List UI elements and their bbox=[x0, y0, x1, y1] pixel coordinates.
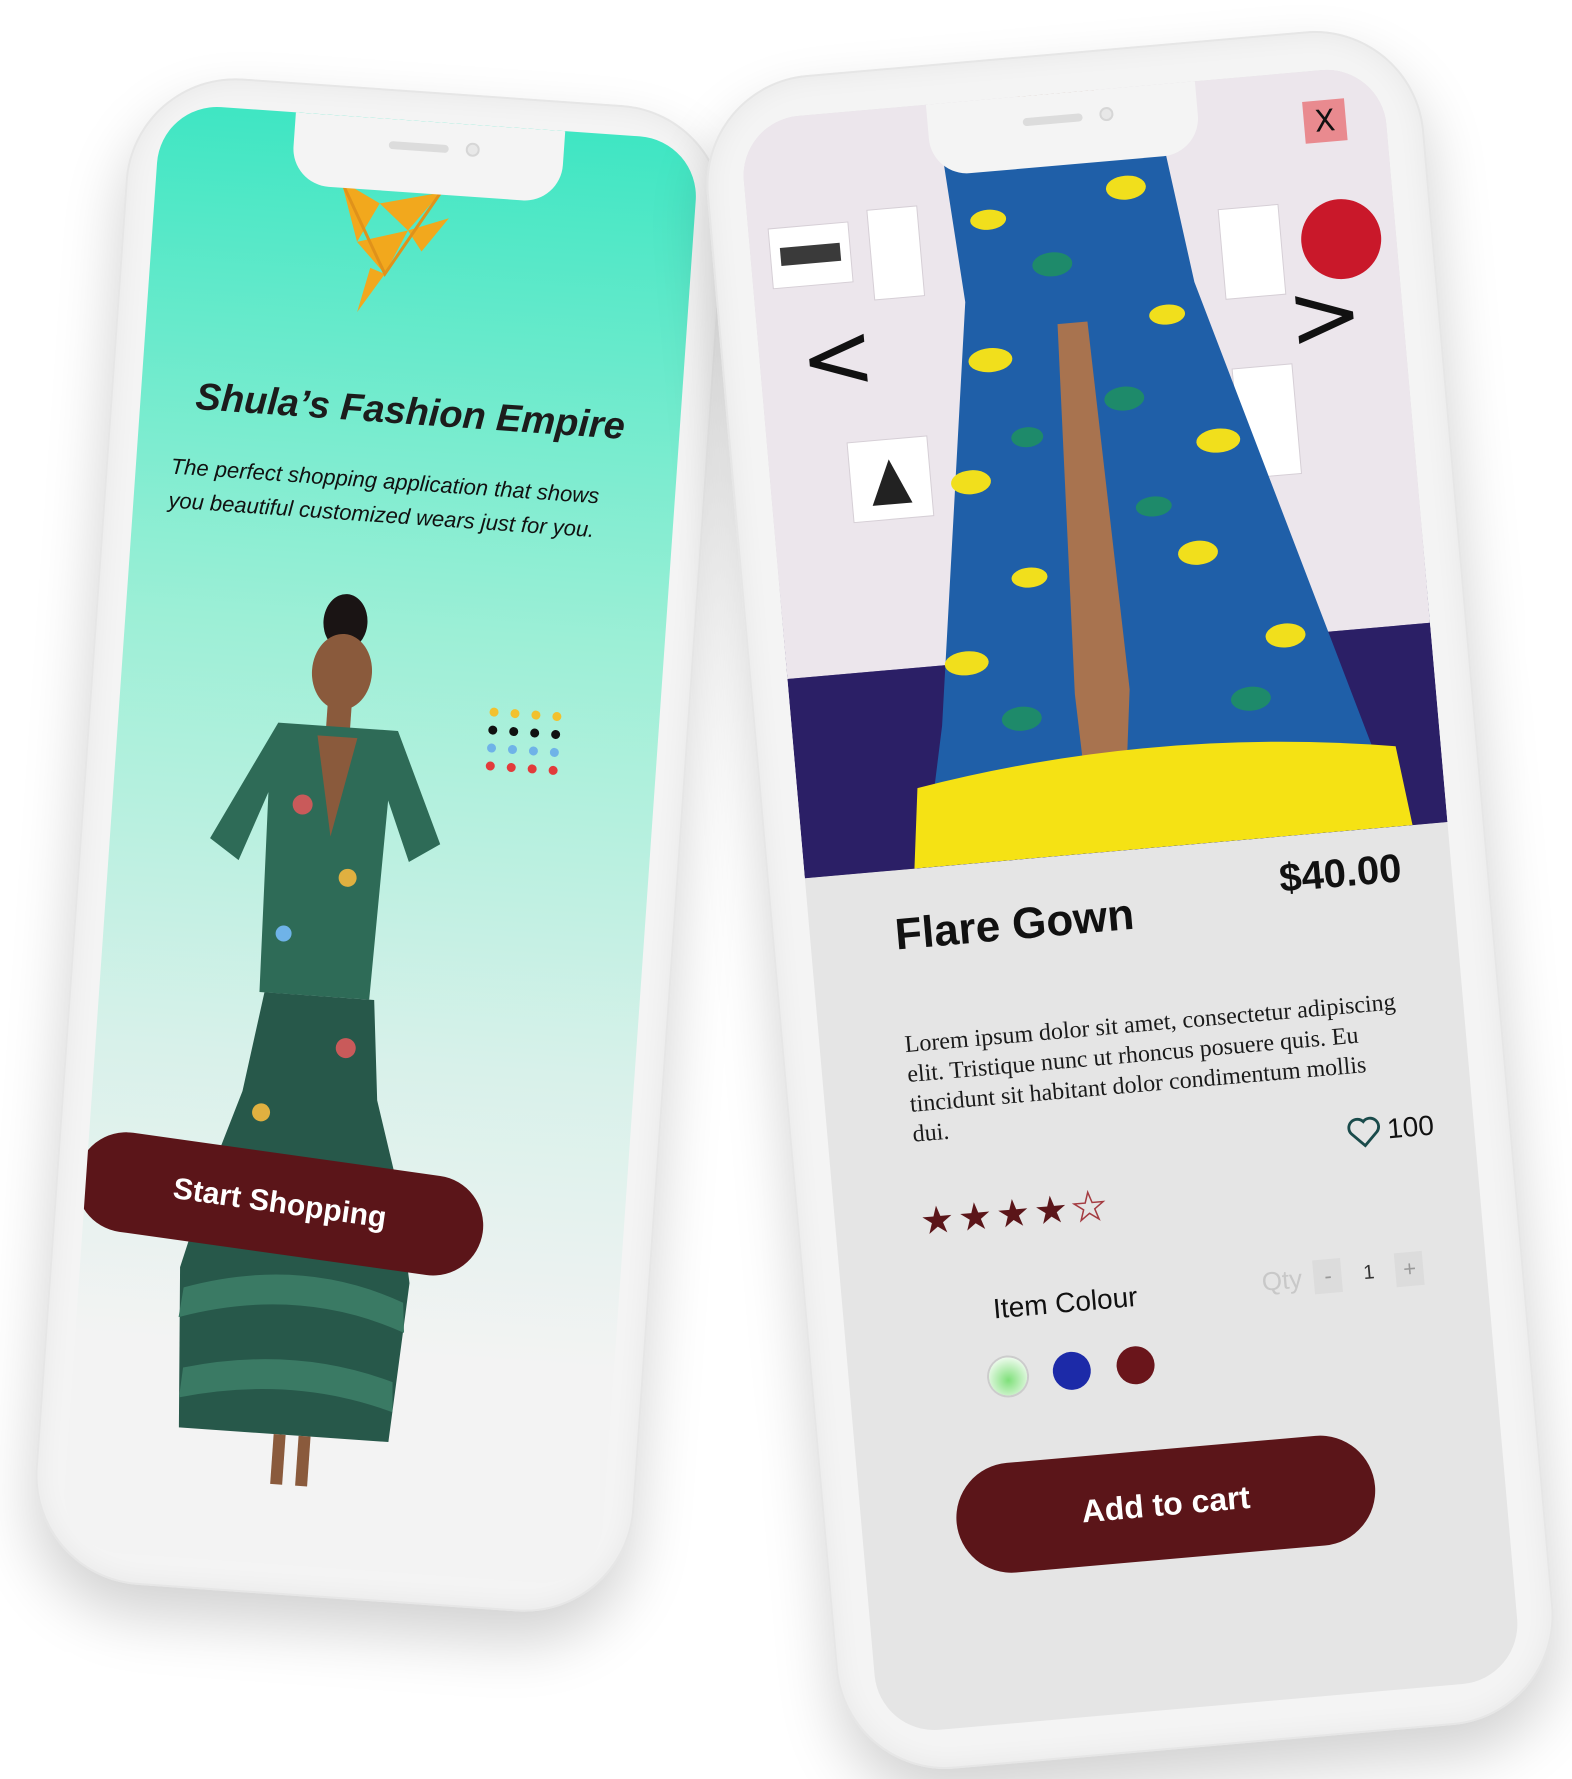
item-colour-label: Item Colour bbox=[991, 1280, 1139, 1325]
decorative-dot bbox=[531, 710, 541, 720]
app-title: Shula’s Fashion Empire bbox=[194, 376, 627, 449]
quantity-stepper: Qty - 1 + bbox=[1260, 1250, 1426, 1299]
colour-swatch[interactable] bbox=[1051, 1350, 1093, 1392]
product-price: $40.00 bbox=[1277, 846, 1404, 901]
next-image-button[interactable]: > bbox=[1283, 260, 1367, 371]
decorative-dot bbox=[487, 725, 498, 735]
product-name: Flare Gown bbox=[893, 889, 1136, 960]
star-filled-icon[interactable]: ★ bbox=[994, 1190, 1032, 1237]
decorative-dot bbox=[507, 744, 518, 755]
star-filled-icon[interactable]: ★ bbox=[1032, 1187, 1070, 1234]
add-to-cart-button[interactable]: Add to cart bbox=[951, 1431, 1380, 1578]
colour-swatch[interactable] bbox=[1114, 1344, 1157, 1386]
star-empty-icon[interactable]: ★ bbox=[1069, 1183, 1108, 1231]
colour-swatches bbox=[987, 1344, 1157, 1398]
decorative-dot bbox=[508, 726, 519, 737]
product-photo bbox=[738, 64, 1448, 879]
phone-onboarding: Shula’s Fashion Empire The perfect shopp… bbox=[28, 70, 732, 1620]
decorative-dot bbox=[548, 765, 558, 776]
qty-label: Qty bbox=[1260, 1263, 1304, 1297]
previous-image-button[interactable]: < bbox=[795, 302, 879, 413]
qty-increase-button[interactable]: + bbox=[1394, 1250, 1426, 1288]
speaker bbox=[388, 140, 449, 154]
decorative-dot bbox=[552, 711, 562, 722]
product-screen: < > X Flare Gown $40.00 Lorem ipsum dolo… bbox=[738, 64, 1523, 1735]
speaker bbox=[1021, 113, 1083, 127]
camera bbox=[465, 142, 481, 158]
star-filled-icon[interactable]: ★ bbox=[956, 1193, 994, 1240]
decorative-dot bbox=[549, 747, 560, 758]
decorative-dot bbox=[510, 708, 520, 719]
decorative-dot bbox=[527, 764, 537, 774]
onboarding-screen: Shula’s Fashion Empire The perfect shopp… bbox=[60, 102, 700, 1588]
product-description: Lorem ipsum dolor sit amet, consectetur … bbox=[903, 989, 1397, 1148]
close-button[interactable]: X bbox=[1302, 98, 1348, 144]
rating-stars[interactable]: ★ ★ ★ ★ ★ bbox=[918, 1183, 1108, 1244]
like-button[interactable]: 100 bbox=[1346, 1109, 1435, 1148]
heart-icon bbox=[1347, 1116, 1381, 1148]
camera bbox=[1098, 106, 1114, 122]
decorative-dot bbox=[506, 762, 517, 773]
app-tagline: The perfect shopping application that sh… bbox=[167, 453, 601, 543]
star-filled-icon[interactable]: ★ bbox=[918, 1197, 956, 1244]
decorative-dot bbox=[489, 707, 499, 717]
model-photo bbox=[178, 594, 441, 1487]
phone-product-detail: < > X Flare Gown $40.00 Lorem ipsum dolo… bbox=[697, 21, 1563, 1779]
decorative-dot bbox=[486, 743, 497, 753]
qty-value: 1 bbox=[1362, 1260, 1376, 1284]
qty-decrease-button[interactable]: - bbox=[1312, 1258, 1344, 1295]
decorative-dots bbox=[485, 707, 569, 776]
like-count: 100 bbox=[1385, 1109, 1436, 1145]
decorative-dot bbox=[529, 728, 540, 738]
decorative-dot bbox=[485, 761, 496, 771]
decorative-dot bbox=[528, 746, 539, 756]
decorative-dot bbox=[550, 729, 561, 740]
colour-swatch[interactable] bbox=[987, 1355, 1029, 1398]
product-image-carousel[interactable]: < > bbox=[738, 64, 1448, 879]
